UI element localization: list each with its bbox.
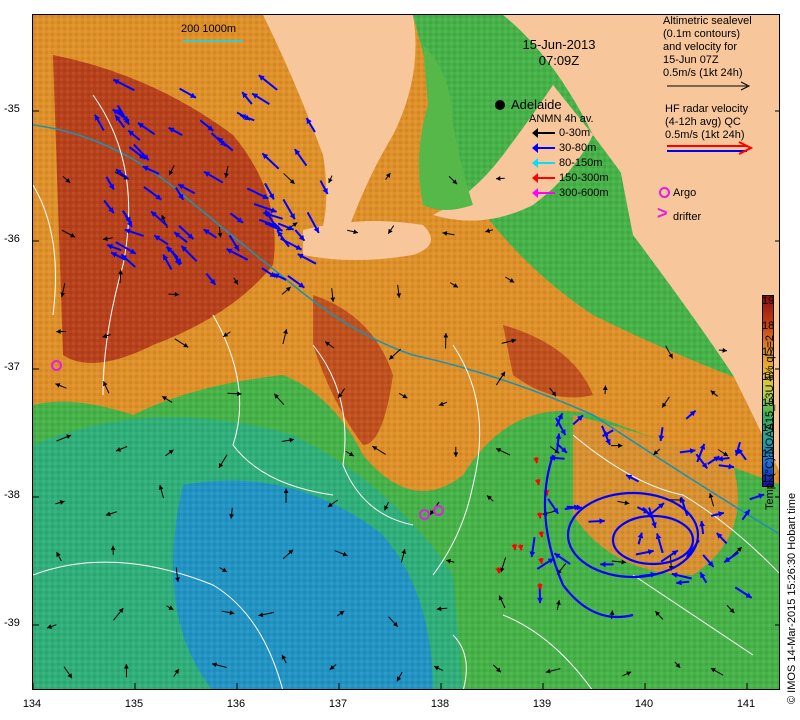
argo-float[interactable] bbox=[51, 360, 62, 371]
legend-label: 300-600m bbox=[559, 187, 609, 199]
legend-label: 30-80m bbox=[559, 142, 597, 154]
legend-label: 80-150m bbox=[559, 157, 603, 169]
adelaide-marker[interactable] bbox=[495, 100, 505, 110]
lat-tick: -36 bbox=[4, 233, 20, 245]
map-frame[interactable]: 15-Jun-2013 07:09Z 200 1000m Adelaide Al… bbox=[32, 14, 780, 690]
hf-radar-note: HF radar velocity (4-12h avg) QC 0.5m/s … bbox=[665, 103, 749, 141]
lon-tick: 140 bbox=[634, 698, 654, 710]
lat-tick: -39 bbox=[4, 617, 20, 629]
qc-label: QC bbox=[724, 116, 741, 128]
legend-item: 0-30m bbox=[532, 127, 591, 139]
anmn-title: ANMN 4h av. bbox=[529, 113, 594, 125]
map-date: 15-Jun-2013 bbox=[522, 37, 596, 52]
altimetry-note: Altimetric sealevel (0.1m contours) and … bbox=[663, 15, 752, 79]
legend-arrow-icon bbox=[532, 188, 555, 199]
drifter-symbol: > bbox=[657, 203, 668, 223]
argo-float[interactable] bbox=[419, 509, 430, 520]
city-label: Adelaide bbox=[511, 97, 562, 112]
map-time: 07:09Z bbox=[538, 53, 580, 68]
argo-label: Argo bbox=[673, 187, 697, 199]
argo-symbol bbox=[659, 187, 670, 198]
altimetry-scale-arrow bbox=[667, 81, 751, 91]
lon-tick: 137 bbox=[328, 698, 348, 710]
legend-arrow-icon bbox=[532, 143, 555, 154]
legend-item: 150-300m bbox=[532, 172, 609, 184]
lat-tick: -35 bbox=[4, 103, 20, 115]
lon-tick: 135 bbox=[124, 698, 144, 710]
legend-arrow-icon bbox=[532, 173, 555, 184]
land-kangaroo-island bbox=[303, 221, 431, 260]
lat-tick: -38 bbox=[4, 489, 20, 501]
colorbar-title: Temp. (°C) NOAA15_L3U 4% ql>=2 bbox=[764, 335, 776, 510]
argo-float[interactable] bbox=[433, 505, 444, 516]
lat-tick: -37 bbox=[4, 361, 20, 373]
credit-text: © IMOS 14-Mar-2015 15:26:30 Hobart time bbox=[786, 492, 798, 704]
legend-item: 80-150m bbox=[532, 157, 603, 169]
lon-tick: 138 bbox=[430, 698, 450, 710]
colorbar-tick: 19 bbox=[762, 295, 775, 307]
legend-arrow-icon bbox=[532, 158, 555, 169]
lon-tick: 136 bbox=[226, 698, 246, 710]
legend-label: 0-30m bbox=[559, 127, 591, 139]
drifter-label: drifter bbox=[673, 211, 702, 223]
lon-tick: 141 bbox=[736, 698, 756, 710]
legend-arrow-icon bbox=[532, 128, 555, 139]
hf-scale-arrow bbox=[667, 141, 754, 155]
colorbar-tick: 18 bbox=[762, 320, 775, 333]
lon-tick: 139 bbox=[532, 698, 552, 710]
lon-tick: 134 bbox=[22, 698, 42, 710]
legend-label: 150-300m bbox=[559, 172, 609, 184]
legend-item: 300-600m bbox=[532, 187, 609, 199]
legend-item: 30-80m bbox=[532, 142, 597, 154]
contour-label: 200 1000m bbox=[181, 23, 237, 35]
